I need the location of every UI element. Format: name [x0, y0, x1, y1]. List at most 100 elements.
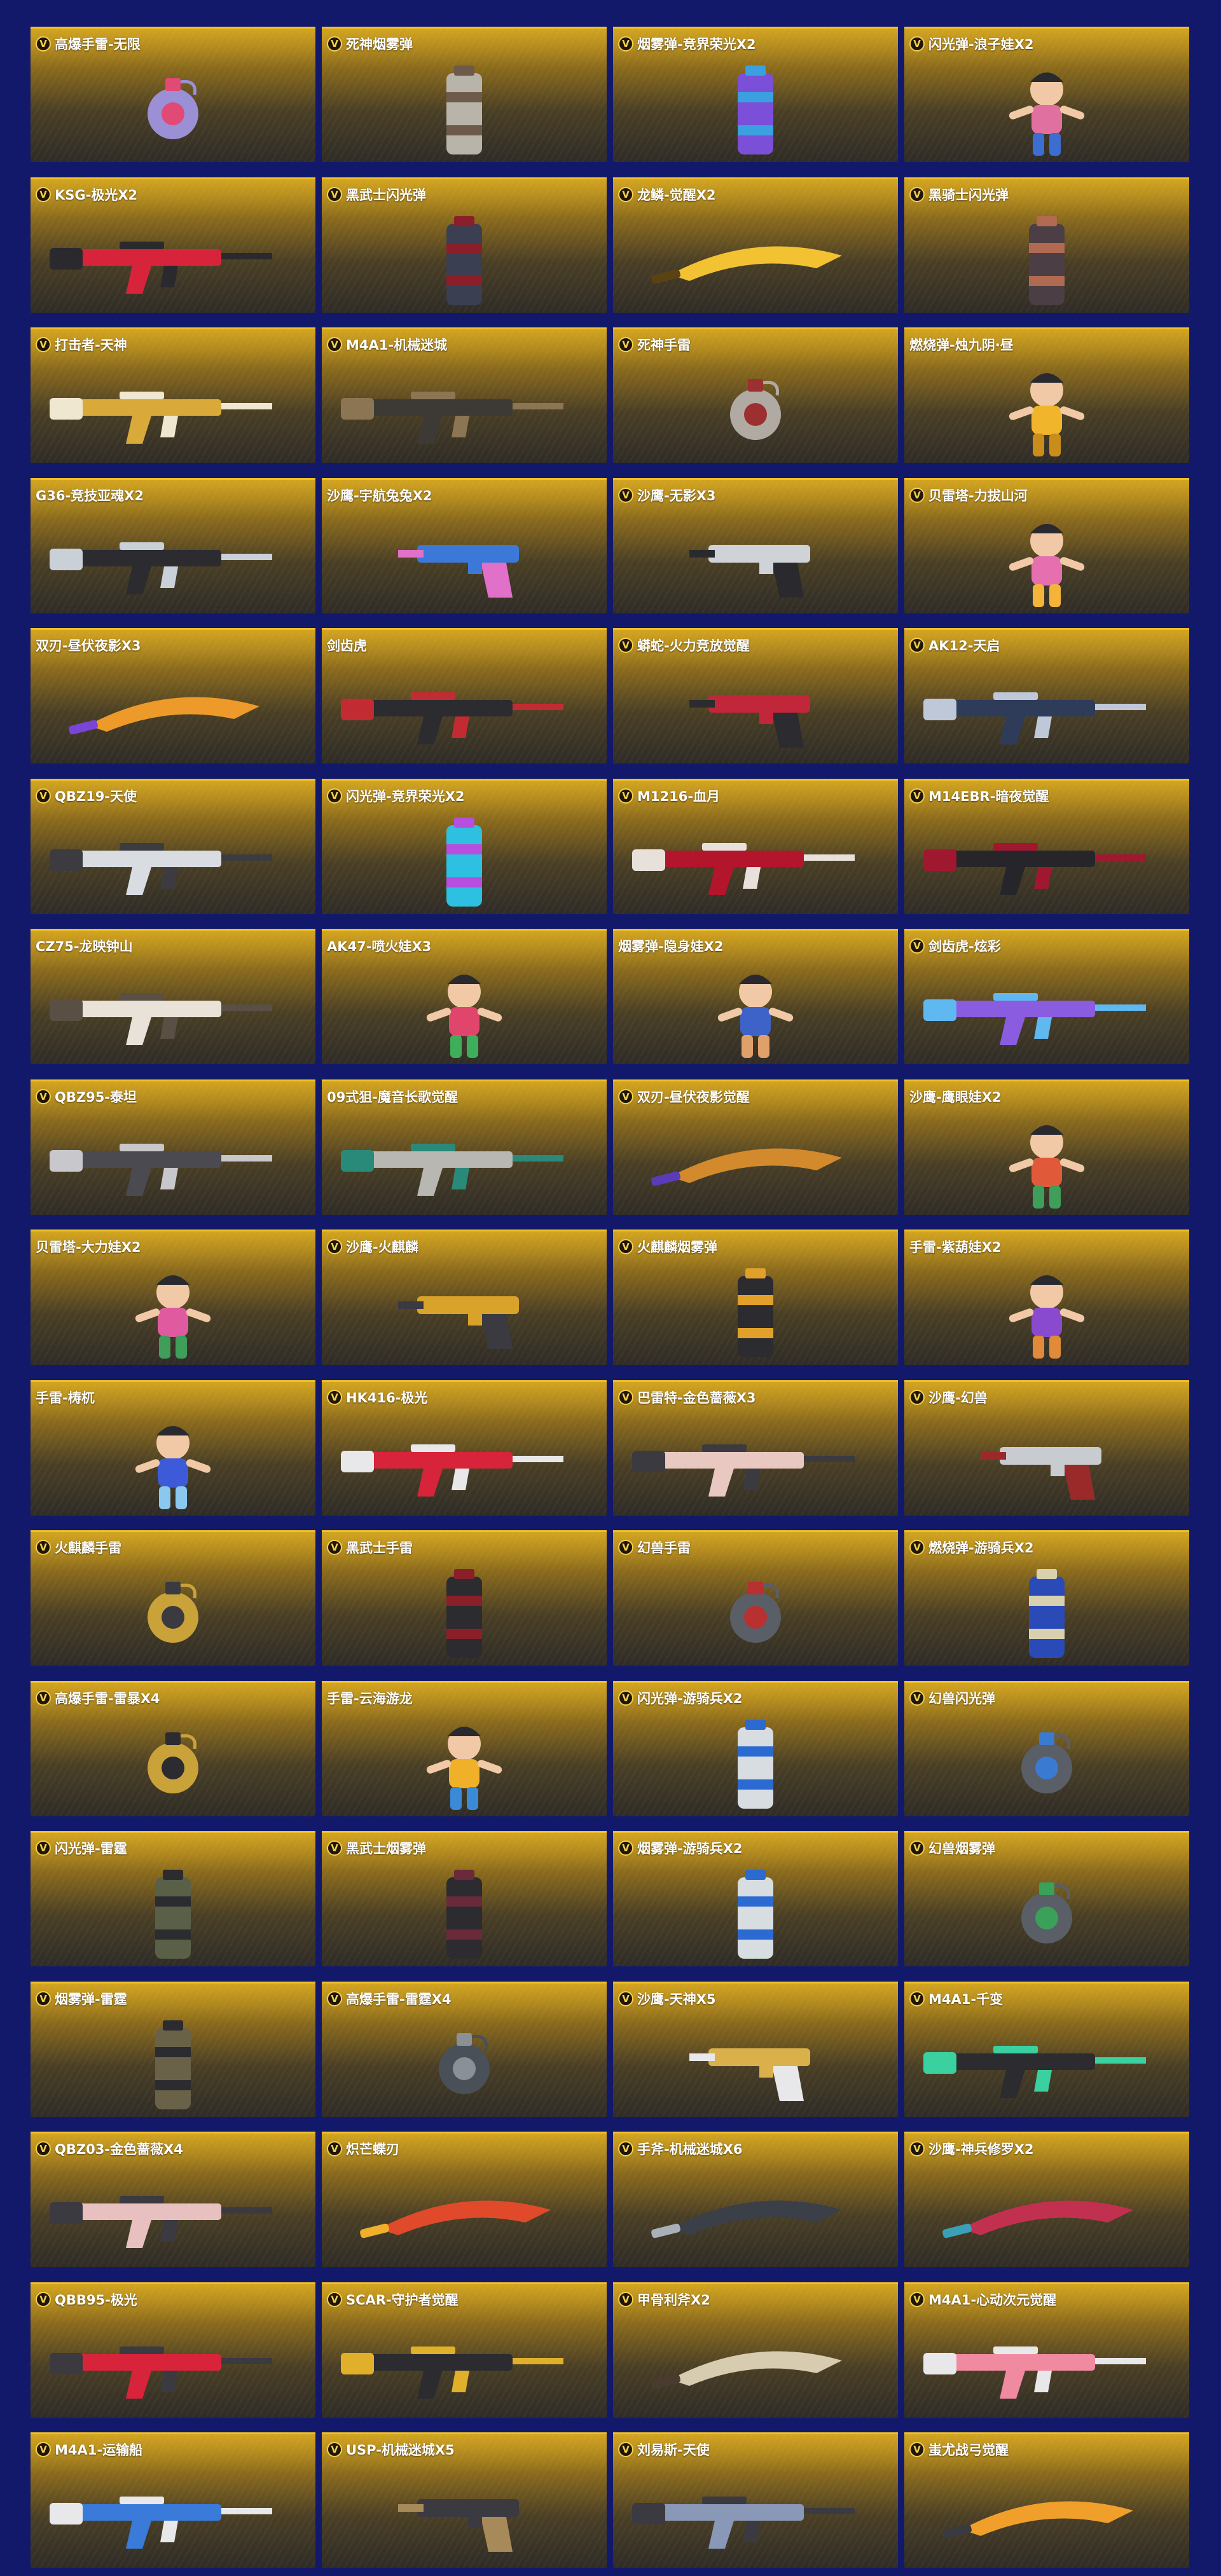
item-title: 烟雾弹-隐身娃X2 [618, 936, 724, 956]
item-card[interactable]: 手雷-紫葫娃X2 [904, 1230, 1189, 1365]
item-name: 贝雷塔-力拔山河 [928, 488, 1028, 504]
item-card[interactable]: V AK12-天启 [904, 628, 1189, 764]
item-figure-image [904, 355, 1189, 463]
item-title: CZ75-龙映钟山 [36, 936, 133, 956]
item-title: V M4A1-机械迷城 [327, 335, 447, 354]
item-gun-image [322, 355, 607, 463]
item-card[interactable]: V 幻兽烟雾弹 [904, 1831, 1189, 1966]
item-card[interactable]: 09式狙-魔音长歌觉醒 [322, 1079, 607, 1215]
item-card[interactable]: 剑齿虎 [322, 628, 607, 764]
item-name: QBZ19-天使 [55, 789, 137, 804]
item-title: V QBZ95-泰坦 [36, 1087, 137, 1106]
item-card[interactable]: V 闪光弹-游骑兵X2 [613, 1681, 898, 1816]
vip-badge-icon: V [909, 2292, 925, 2307]
item-card[interactable]: V 黑武士手雷 [322, 1530, 607, 1666]
item-card[interactable]: V M4A1-机械迷城 [322, 327, 607, 463]
item-card[interactable]: V 沙鹰-幻兽 [904, 1380, 1189, 1516]
item-card[interactable]: V QBZ03-金色蔷薇X4 [31, 2132, 315, 2267]
item-card[interactable]: V 黑骑士闪光弹 [904, 177, 1189, 313]
item-card[interactable]: V 黑武士闪光弹 [322, 177, 607, 313]
item-figure-image [904, 505, 1189, 613]
item-card[interactable]: V 沙鹰-无影X3 [613, 478, 898, 613]
item-card[interactable]: V 死神烟雾弹 [322, 27, 607, 162]
item-card[interactable]: V 甲骨利斧X2 [613, 2282, 898, 2418]
item-card[interactable]: V 烟雾弹-游骑兵X2 [613, 1831, 898, 1966]
item-card[interactable]: 手雷-云海游龙 [322, 1681, 607, 1816]
item-card[interactable]: V QBB95-极光 [31, 2282, 315, 2418]
item-card[interactable]: V 双刃-昼伏夜影觉醒 [613, 1079, 898, 1215]
item-card[interactable]: V HK416-极光 [322, 1380, 607, 1516]
vip-badge-icon: V [327, 1390, 342, 1405]
item-card[interactable]: V 手斧-机械迷城X6 [613, 2132, 898, 2267]
item-card[interactable]: V 闪光弹-浪子娃X2 [904, 27, 1189, 162]
item-card[interactable]: V 幻兽闪光弹 [904, 1681, 1189, 1816]
item-card[interactable]: V 死神手雷 [613, 327, 898, 463]
item-card[interactable]: V M4A1-运输船 [31, 2432, 315, 2568]
item-card[interactable]: V 高爆手雷-雷暴X4 [31, 1681, 315, 1816]
item-card[interactable]: V 刘易斯-天使 [613, 2432, 898, 2568]
item-name: AK47-喷火娃X3 [327, 939, 432, 954]
item-card[interactable]: AK47-喷火娃X3 [322, 929, 607, 1064]
item-card[interactable]: 手雷-梼杌 [31, 1380, 315, 1516]
item-card[interactable]: 沙鹰-鹰眼娃X2 [904, 1079, 1189, 1215]
item-card[interactable]: V M14EBR-暗夜觉醒 [904, 779, 1189, 914]
item-name: 幻兽烟雾弹 [928, 1841, 995, 1856]
item-card[interactable]: V 打击者-天神 [31, 327, 315, 463]
item-grenade-image [322, 2009, 607, 2117]
item-title: V 黑骑士闪光弹 [909, 185, 1009, 204]
item-card[interactable]: 燃烧弹-烛九阴·昼 [904, 327, 1189, 463]
item-card[interactable]: V 火麒麟烟雾弹 [613, 1230, 898, 1365]
item-card[interactable]: V 巴雷特-金色蔷薇X3 [613, 1380, 898, 1516]
item-card[interactable]: V 闪光弹-雷霆 [31, 1831, 315, 1966]
item-card[interactable]: V 烟雾弹-竞界荣光X2 [613, 27, 898, 162]
vip-badge-icon: V [36, 2141, 51, 2156]
item-card[interactable]: V M4A1-心动次元觉醒 [904, 2282, 1189, 2418]
item-card[interactable]: V 炽芒蝶刃 [322, 2132, 607, 2267]
vip-badge-icon: V [36, 1840, 51, 1856]
item-card[interactable]: V SCAR-守护者觉醒 [322, 2282, 607, 2418]
item-card[interactable]: V 蟒蛇-火力竞放觉醒 [613, 628, 898, 764]
item-card[interactable]: V 幻兽手雷 [613, 1530, 898, 1666]
item-card[interactable]: V 沙鹰-火麒麟 [322, 1230, 607, 1365]
item-card[interactable]: V 沙鹰-天神X5 [613, 1982, 898, 2117]
item-card[interactable]: 贝雷塔-大力娃X2 [31, 1230, 315, 1365]
item-title: V USP-机械迷城X5 [327, 2440, 455, 2459]
vip-badge-icon: V [36, 337, 51, 352]
item-card[interactable]: V 贝雷塔-力拔山河 [904, 478, 1189, 613]
item-card[interactable]: V 闪光弹-竞界荣光X2 [322, 779, 607, 914]
item-name: 刘易斯-天使 [637, 2442, 710, 2458]
item-title: V 黑武士闪光弹 [327, 185, 426, 204]
item-card[interactable]: V 沙鹰-神兵修罗X2 [904, 2132, 1189, 2267]
vip-badge-icon: V [327, 788, 342, 804]
item-card[interactable]: V QBZ19-天使 [31, 779, 315, 914]
item-card[interactable]: V 黑武士烟雾弹 [322, 1831, 607, 1966]
item-card[interactable]: 双刃-昼伏夜影X3 [31, 628, 315, 764]
item-card[interactable]: CZ75-龙映钟山 [31, 929, 315, 1064]
item-card[interactable]: V M1216-血月 [613, 779, 898, 914]
item-card[interactable]: 烟雾弹-隐身娃X2 [613, 929, 898, 1064]
vip-badge-icon: V [909, 1690, 925, 1706]
item-card[interactable]: V M4A1-千变 [904, 1982, 1189, 2117]
item-card[interactable]: 沙鹰-宇航兔兔X2 [322, 478, 607, 613]
item-card[interactable]: V 烟雾弹-雷霆 [31, 1982, 315, 2117]
item-title: V M1216-血月 [618, 786, 720, 805]
item-title: V 甲骨利斧X2 [618, 2290, 710, 2309]
vip-badge-icon: V [909, 638, 925, 653]
item-card[interactable]: V KSG-极光X2 [31, 177, 315, 313]
item-name: M4A1-机械迷城 [346, 338, 448, 353]
item-card[interactable]: V 剑齿虎-炫彩 [904, 929, 1189, 1064]
item-card[interactable]: G36-竞技亚魂X2 [31, 478, 315, 613]
item-gun-image [31, 806, 315, 914]
item-card[interactable]: V 火麒麟手雷 [31, 1530, 315, 1666]
item-card[interactable]: V 燃烧弹-游骑兵X2 [904, 1530, 1189, 1666]
item-figure-image [904, 54, 1189, 162]
item-card[interactable]: V 龙鳞-觉醒X2 [613, 177, 898, 313]
item-card[interactable]: V 高爆手雷-无限 [31, 27, 315, 162]
item-card[interactable]: V USP-机械迷城X5 [322, 2432, 607, 2568]
item-name: M4A1-运输船 [55, 2442, 143, 2458]
item-card[interactable]: V QBZ95-泰坦 [31, 1079, 315, 1215]
item-card[interactable]: V 高爆手雷-雷霆X4 [322, 1982, 607, 2117]
item-card[interactable]: V 蚩尤战弓觉醒 [904, 2432, 1189, 2568]
item-title: 贝雷塔-大力娃X2 [36, 1237, 141, 1256]
item-gun-image [904, 2009, 1189, 2117]
